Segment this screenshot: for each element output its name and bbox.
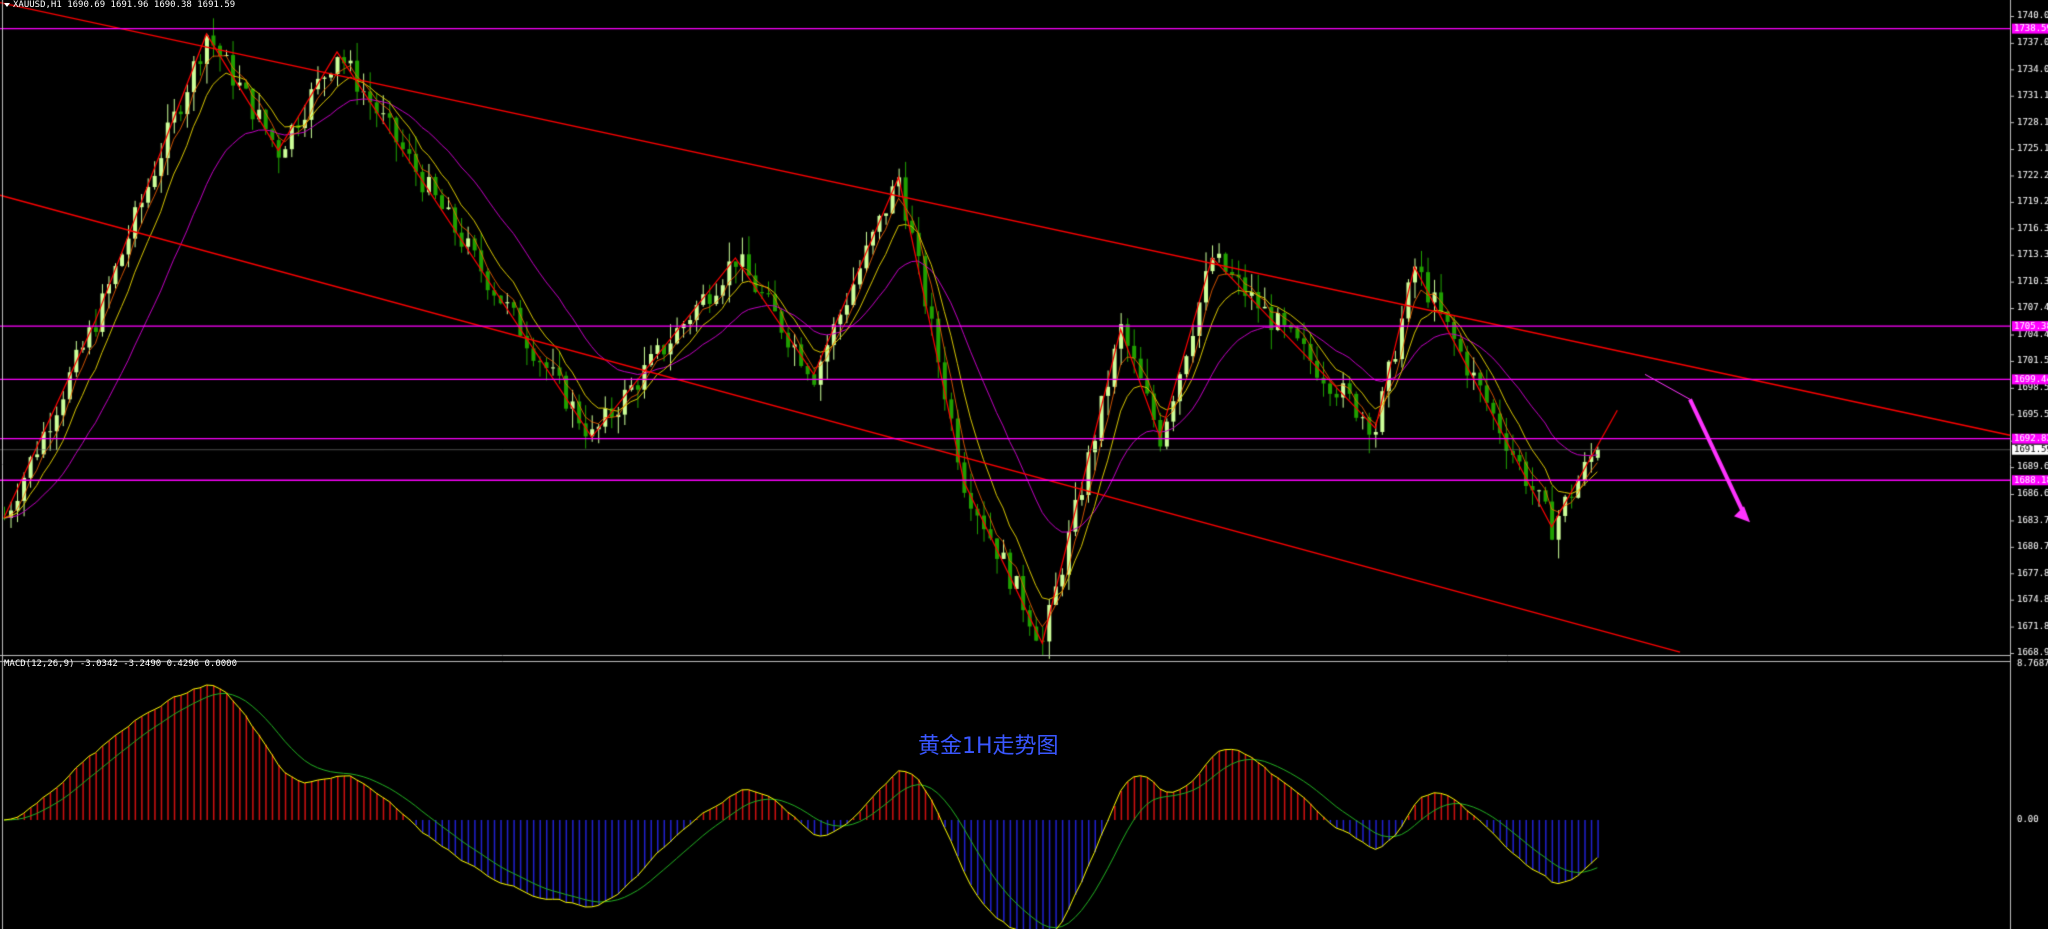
chart-header: XAUUSD,H1 1690.69 1691.96 1690.38 1691.5… [4,0,235,10]
chart-caption: 黄金1H走势图 [918,734,1059,759]
ohlc-label: 1690.69 1691.96 1690.38 1691.59 [67,0,236,10]
collapse-triangle-icon[interactable] [4,2,10,7]
symbol-label: XAUUSD,H1 [13,0,62,10]
macd-header: MACD(12,26,9) -3.0342 -3.2490 0.4296 0.0… [4,659,237,669]
macd-label: MACD(12,26,9) [4,659,75,669]
price-chart[interactable] [0,0,2048,929]
macd-values: -3.0342 -3.2490 0.4296 0.0000 [79,659,238,669]
